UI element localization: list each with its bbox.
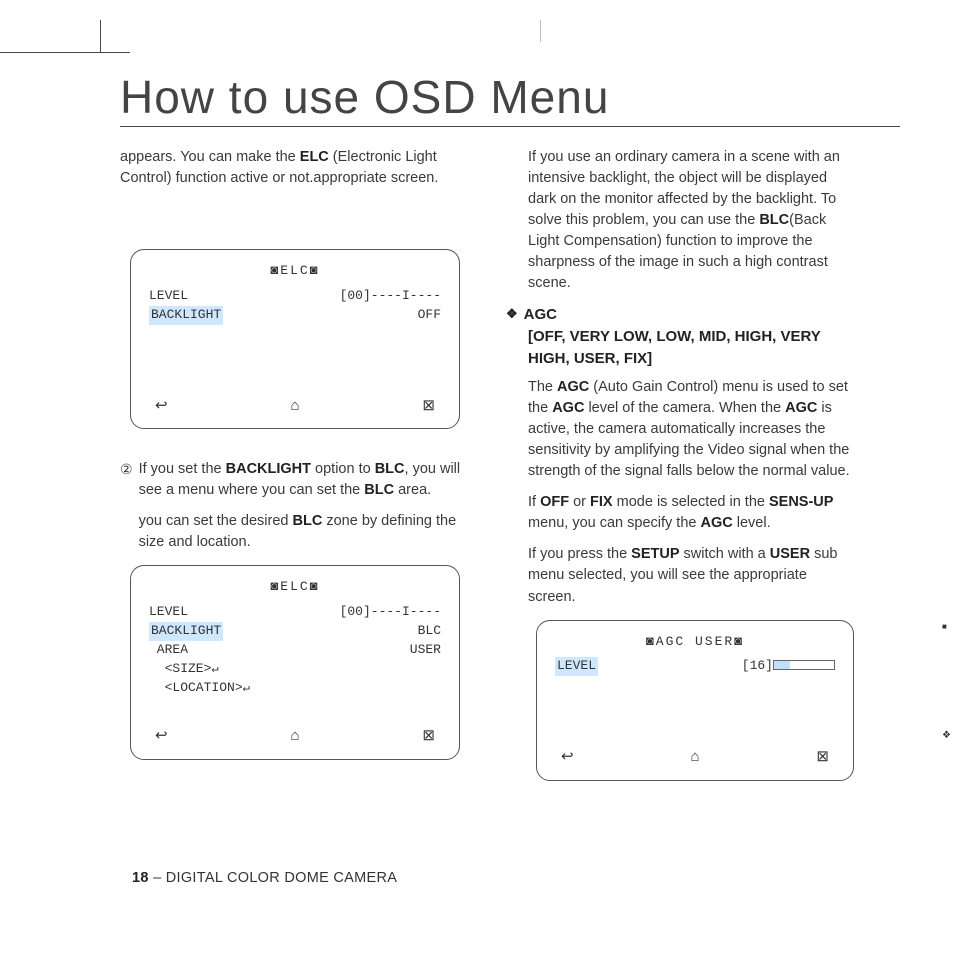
- agc-section-head: ❖ AGC: [506, 304, 856, 326]
- close-icon: ⊠: [816, 746, 829, 768]
- partial-right-item-2: [942, 725, 954, 735]
- osd-title: ◙ELC◙: [149, 262, 441, 281]
- elc-intro-text: appears. You can make the ELC (Electroni…: [120, 147, 470, 189]
- diamond-icon: ❖: [506, 304, 518, 326]
- osd-elc-off: ◙ELC◙ LEVEL [00]----I---- BACKLIGHT OFF …: [130, 249, 460, 429]
- osd-backlight-value: BLC: [418, 622, 441, 641]
- home-icon: ⌂: [690, 746, 699, 768]
- home-icon: ⌂: [290, 725, 299, 747]
- left-column: appears. You can make the ELC (Electroni…: [120, 147, 470, 803]
- page-title: How to use OSD Menu: [120, 70, 900, 127]
- osd-area-label: AREA: [149, 641, 188, 660]
- step2-text-1: If you set the BACKLIGHT option to BLC, …: [139, 459, 470, 501]
- close-icon: ⊠: [422, 725, 435, 747]
- partial-right-item-1: [942, 616, 954, 624]
- osd-backlight-value: OFF: [418, 306, 441, 325]
- osd-elc-blc: ◙ELC◙ LEVEL [00]----I---- BACKLIGHT BLC …: [130, 565, 460, 760]
- enter-icon: [243, 680, 250, 695]
- step2-text-2: you can set the desired BLC zone by defi…: [139, 511, 470, 553]
- close-icon: ⊠: [422, 395, 435, 417]
- crop-mark-vertical-mid: [540, 20, 541, 42]
- osd-level-value: [00]----I----: [340, 603, 441, 622]
- osd-level-label: LEVEL: [149, 287, 188, 306]
- footer-doc-title: – DIGITAL COLOR DOME CAMERA: [149, 870, 398, 886]
- osd-backlight-label: BACKLIGHT: [149, 622, 223, 641]
- agc-options: [OFF, VERY LOW, LOW, MID, HIGH, VERY HIG…: [528, 326, 856, 370]
- osd-level-value: [00]----I----: [340, 287, 441, 306]
- osd-level-label: LEVEL: [555, 657, 598, 676]
- slider-icon: [773, 660, 835, 670]
- agc-text-2: If OFF or FIX mode is selected in the SE…: [528, 492, 856, 534]
- page-number: 18: [132, 870, 149, 886]
- back-icon: ↩: [561, 746, 574, 768]
- crop-mark-horizontal-left: [0, 52, 130, 53]
- enter-icon: [211, 661, 218, 676]
- osd-size-label: <SIZE>: [149, 660, 219, 679]
- osd-area-value: USER: [410, 641, 441, 660]
- page-footer: 18 – DIGITAL COLOR DOME CAMERA: [132, 870, 397, 886]
- osd-agc-user: ◙AGC USER◙ LEVEL [16] ↩ ⌂ ⊠: [536, 620, 854, 781]
- home-icon: ⌂: [290, 395, 299, 417]
- back-icon: ↩: [155, 395, 168, 417]
- right-column: If you use an ordinary camera in a scene…: [506, 147, 856, 803]
- blc-explain-text: If you use an ordinary camera in a scene…: [528, 147, 856, 294]
- osd-backlight-label: BACKLIGHT: [149, 306, 223, 325]
- agc-text-3: If you press the SETUP switch with a USE…: [528, 544, 856, 607]
- elc-term: ELC: [300, 149, 329, 165]
- crop-mark-vertical-left: [100, 20, 101, 52]
- osd-location-label: <LOCATION>: [149, 679, 250, 698]
- step-2: ② If you set the BACKLIGHT option to BLC…: [120, 459, 470, 563]
- step-number: ②: [120, 459, 133, 563]
- osd-title: ◙AGC USER◙: [555, 633, 835, 652]
- back-icon: ↩: [155, 725, 168, 747]
- osd-level-value: [16]: [742, 657, 835, 676]
- osd-level-label: LEVEL: [149, 603, 188, 622]
- agc-label: AGC: [524, 304, 557, 326]
- osd-title: ◙ELC◙: [149, 578, 441, 597]
- agc-text-1: The AGC (Auto Gain Control) menu is used…: [528, 377, 856, 482]
- text: appears. You can make the: [120, 149, 300, 165]
